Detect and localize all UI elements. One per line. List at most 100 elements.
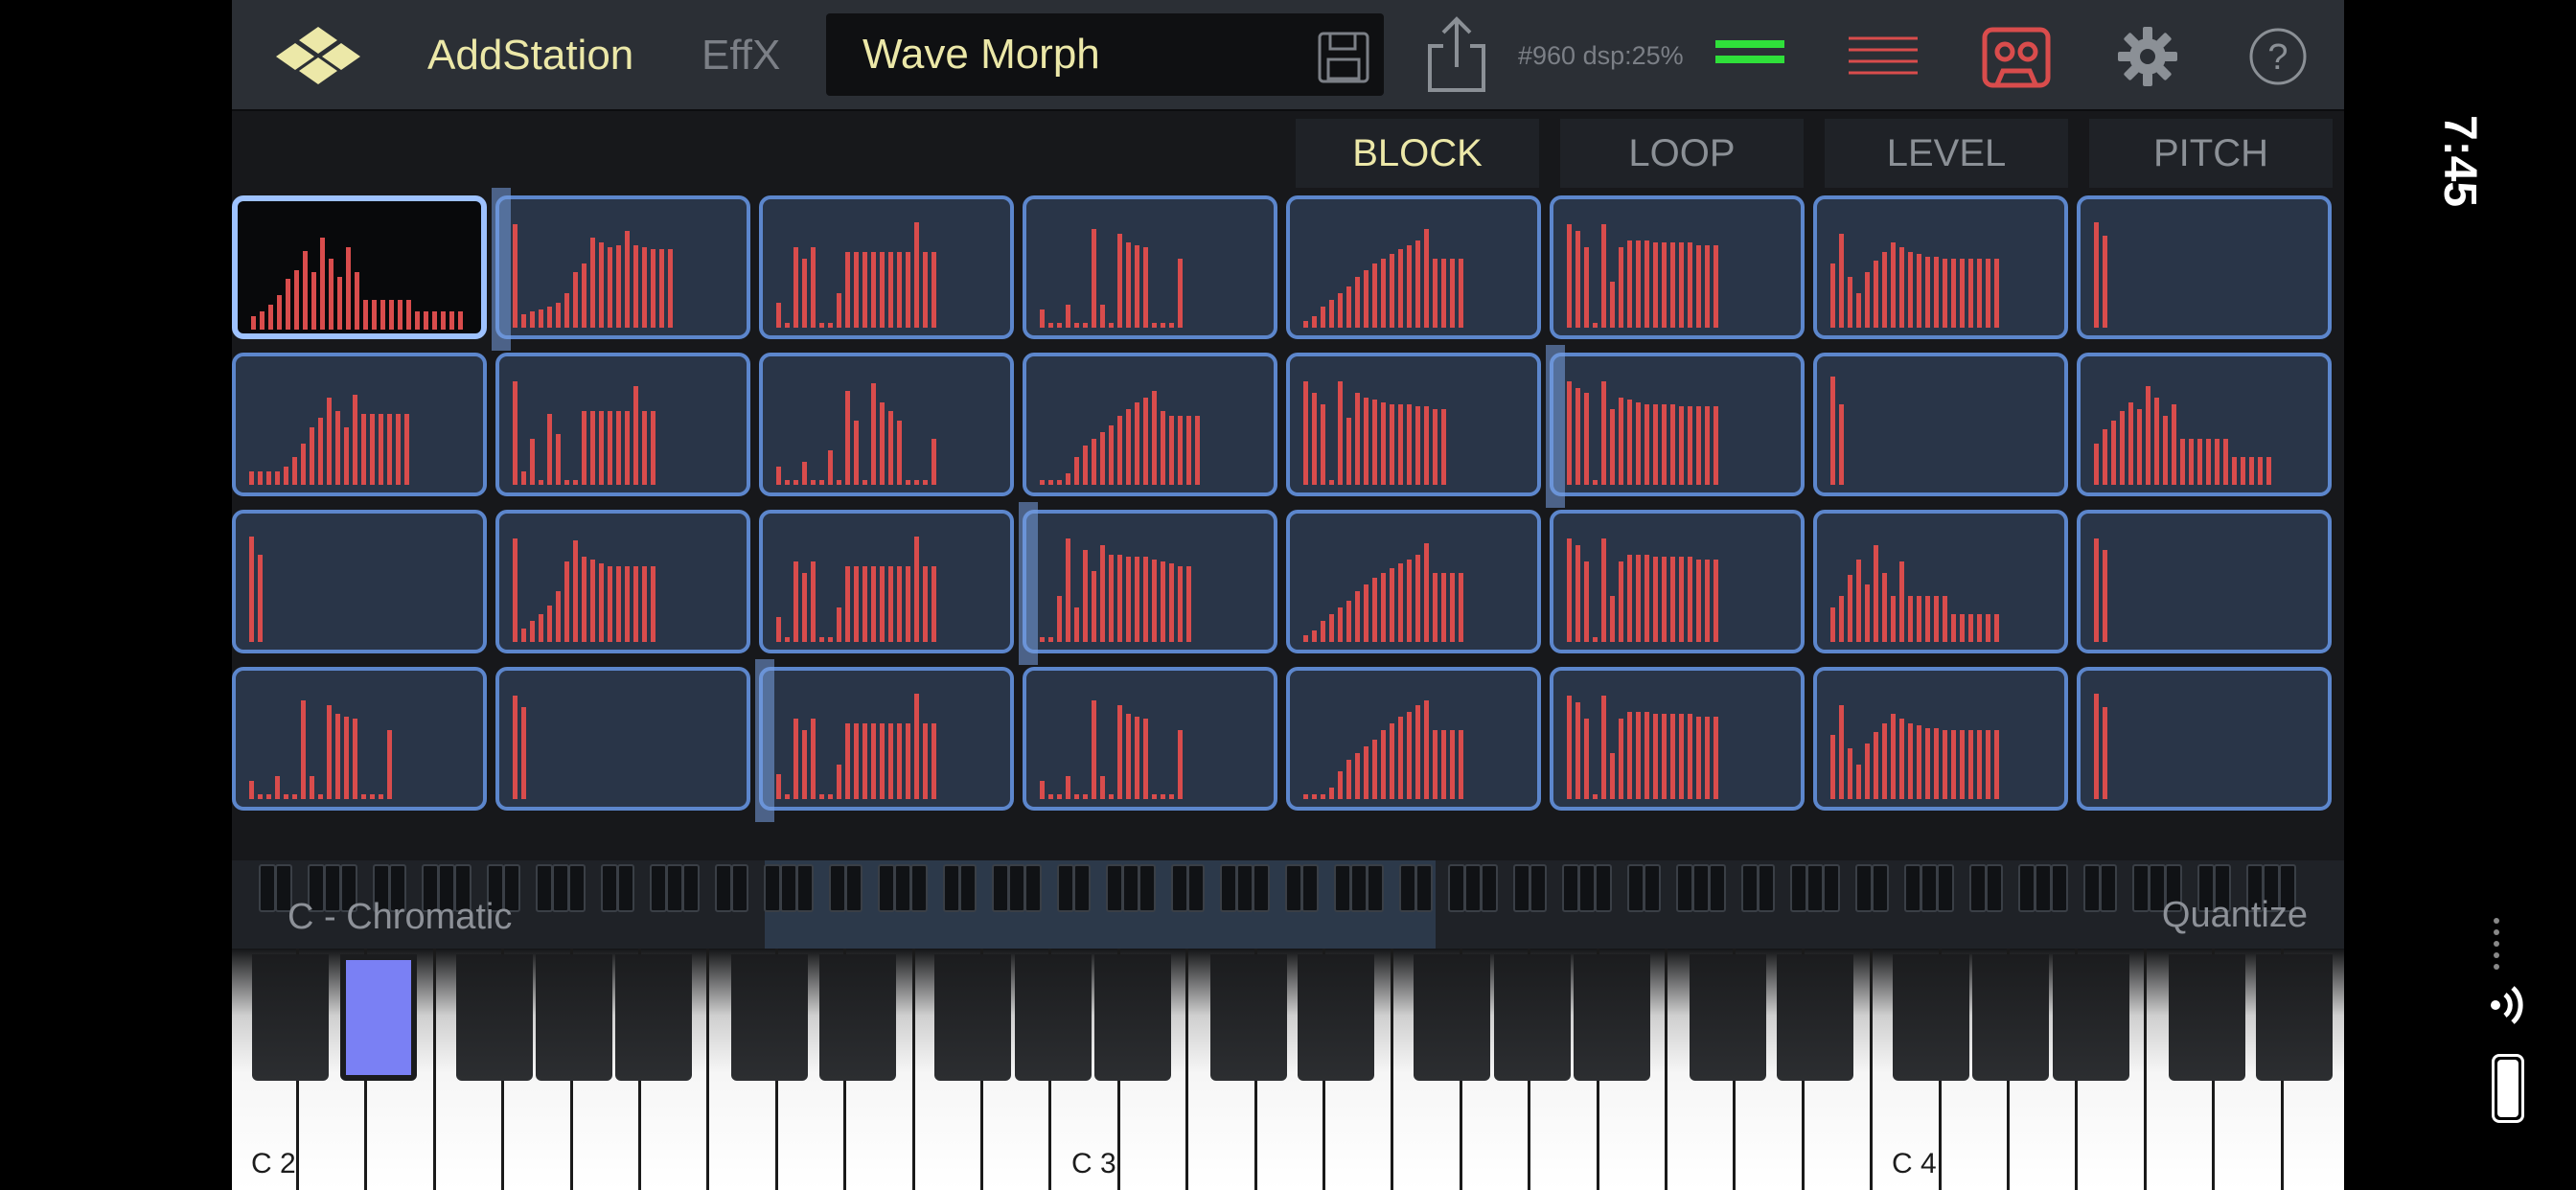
harmonic-block[interactable] xyxy=(1023,667,1277,811)
harmonic-bar xyxy=(2103,550,2107,642)
gear-icon[interactable] xyxy=(2116,25,2179,88)
harmonic-bar xyxy=(819,637,824,642)
harmonic-bar xyxy=(1994,614,1999,642)
harmonic-block[interactable] xyxy=(2077,195,2332,339)
mini-black-key xyxy=(1334,864,1351,912)
harmonic-block[interactable] xyxy=(2077,353,2332,496)
harmonic-bar xyxy=(1610,596,1615,642)
harmonic-bar xyxy=(1390,254,1394,328)
harmonic-block[interactable] xyxy=(495,667,750,811)
black-key[interactable] xyxy=(1298,954,1374,1081)
mini-black-key xyxy=(1676,864,1693,912)
harmonic-block[interactable] xyxy=(232,667,487,811)
black-key[interactable] xyxy=(1574,954,1650,1081)
black-key[interactable] xyxy=(2256,954,2333,1081)
black-key[interactable] xyxy=(615,954,692,1081)
harmonic-bar xyxy=(1839,596,1844,642)
scale-selector[interactable]: C - Chromatic xyxy=(288,897,512,938)
harmonic-bar xyxy=(1951,614,1956,642)
save-icon[interactable] xyxy=(1317,31,1370,84)
harmonic-bar xyxy=(1390,723,1394,799)
effx-tab[interactable]: EffX xyxy=(702,29,780,82)
harmonic-block[interactable] xyxy=(759,195,1014,339)
battery-icon xyxy=(2492,1054,2524,1123)
tab-level[interactable]: LEVEL xyxy=(1825,119,2068,188)
black-key[interactable] xyxy=(731,954,808,1081)
black-key[interactable] xyxy=(1094,954,1171,1081)
black-key[interactable] xyxy=(819,954,896,1081)
harmonic-bar xyxy=(2137,409,2142,485)
black-key[interactable] xyxy=(2053,954,2129,1081)
harmonic-block[interactable] xyxy=(1286,667,1541,811)
harmonic-block[interactable] xyxy=(495,510,750,653)
help-icon[interactable]: ? xyxy=(2248,27,2308,86)
app-logo[interactable] xyxy=(266,25,370,86)
menu-list-icon[interactable] xyxy=(1847,34,1920,77)
harmonic-block[interactable] xyxy=(1813,510,2068,653)
harmonic-bar xyxy=(1381,730,1386,799)
harmonic-block[interactable] xyxy=(232,353,487,496)
harmonic-block[interactable] xyxy=(1023,353,1277,496)
harmonic-block[interactable] xyxy=(495,353,750,496)
black-key[interactable] xyxy=(2169,954,2245,1081)
share-icon[interactable] xyxy=(1420,13,1493,96)
app-title[interactable]: AddStation xyxy=(427,29,633,82)
harmonic-bars xyxy=(2094,366,2314,485)
mini-black-key xyxy=(1220,864,1237,912)
harmonic-block[interactable] xyxy=(1023,510,1277,653)
black-key[interactable] xyxy=(340,954,417,1081)
harmonic-bar xyxy=(1848,748,1852,799)
harmonic-block[interactable] xyxy=(2077,510,2332,653)
harmonic-block[interactable] xyxy=(759,510,1014,653)
harmonic-block[interactable] xyxy=(1286,195,1541,339)
tab-block[interactable]: BLOCK xyxy=(1296,119,1539,188)
harmonic-block[interactable] xyxy=(1023,195,1277,339)
harmonic-bar xyxy=(608,411,612,485)
harmonic-bar xyxy=(1977,614,1982,642)
harmonic-bar xyxy=(2094,444,2099,485)
harmonic-block[interactable] xyxy=(1550,510,1805,653)
harmonic-block[interactable] xyxy=(759,353,1014,496)
harmonic-bar xyxy=(590,560,595,642)
harmonic-block[interactable] xyxy=(1550,667,1805,811)
tab-loop[interactable]: LOOP xyxy=(1560,119,1804,188)
harmonic-bar xyxy=(266,471,271,485)
black-key[interactable] xyxy=(1972,954,2049,1081)
harmonic-block[interactable] xyxy=(2077,667,2332,811)
playhead-marker xyxy=(1546,345,1565,508)
harmonic-bar xyxy=(1364,270,1368,328)
black-key[interactable] xyxy=(1690,954,1766,1081)
quantize-button[interactable]: Quantize xyxy=(2162,895,2308,936)
black-key[interactable] xyxy=(1893,954,1969,1081)
harmonic-bar xyxy=(1152,323,1157,328)
harmonic-block[interactable] xyxy=(1813,195,2068,339)
black-key[interactable] xyxy=(1494,954,1571,1081)
black-key[interactable] xyxy=(1414,954,1490,1081)
harmonic-bar xyxy=(1459,259,1463,328)
harmonic-block[interactable] xyxy=(232,195,487,339)
harmonic-block[interactable] xyxy=(495,195,750,339)
harmonic-block[interactable] xyxy=(1813,667,2068,811)
cassette-icon[interactable] xyxy=(1982,27,2051,88)
harmonic-block[interactable] xyxy=(232,510,487,653)
black-key[interactable] xyxy=(456,954,533,1081)
harmonic-bar xyxy=(1433,730,1438,799)
harmonic-bar xyxy=(1856,765,1861,799)
black-key[interactable] xyxy=(252,954,329,1081)
black-key[interactable] xyxy=(1210,954,1287,1081)
black-key[interactable] xyxy=(536,954,612,1081)
black-key[interactable] xyxy=(1777,954,1853,1081)
harmonic-block[interactable] xyxy=(759,667,1014,811)
harmonic-bar xyxy=(1917,254,1921,328)
harmonic-block[interactable] xyxy=(1550,195,1805,339)
harmonic-bar xyxy=(370,794,375,799)
preset-selector[interactable]: Wave Morph xyxy=(826,13,1384,96)
mini-black-key xyxy=(1790,864,1807,912)
harmonic-block[interactable] xyxy=(1286,510,1541,653)
harmonic-block[interactable] xyxy=(1286,353,1541,496)
tab-pitch[interactable]: PITCH xyxy=(2089,119,2333,188)
black-key[interactable] xyxy=(934,954,1011,1081)
harmonic-block[interactable] xyxy=(1813,353,2068,496)
harmonic-block[interactable] xyxy=(1550,353,1805,496)
black-key[interactable] xyxy=(1015,954,1092,1081)
